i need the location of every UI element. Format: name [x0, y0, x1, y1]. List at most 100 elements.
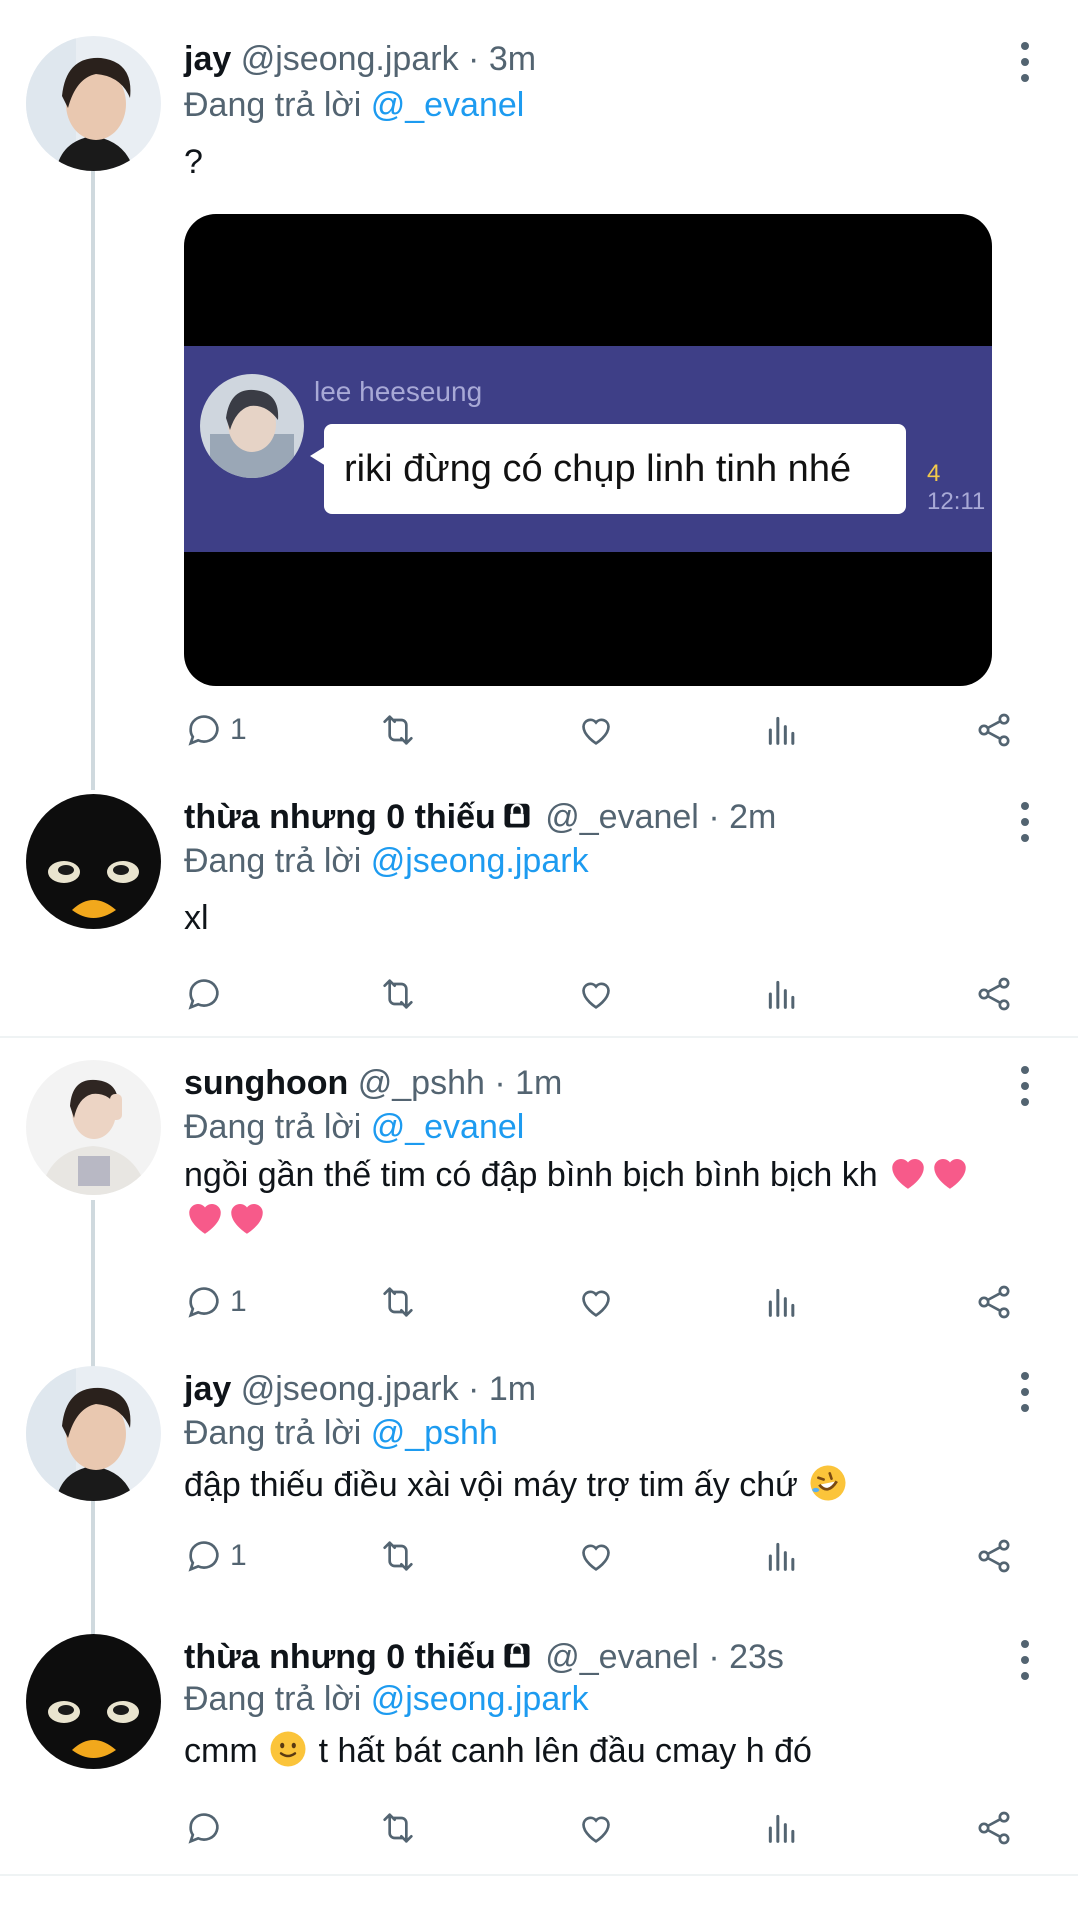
share-icon: [978, 713, 1010, 747]
chat-screenshot: lee heeseung riki đừng có chụp linh tinh…: [184, 346, 992, 552]
timestamp[interactable]: 3m: [489, 40, 536, 78]
reply-mention[interactable]: @_evanel: [371, 86, 525, 124]
avatar[interactable]: [26, 1366, 161, 1501]
reply-icon: [188, 1813, 219, 1844]
tweet[interactable]: jay @jseong.jpark · 1m Đang trả lời @_ps…: [0, 1340, 1078, 1600]
stats-button[interactable]: [762, 1534, 802, 1578]
heart-emoji-icon: [934, 1159, 966, 1189]
tweet-actions: 1: [184, 1280, 1024, 1324]
avatar-photo: [26, 36, 161, 171]
user-handle[interactable]: @_evanel: [545, 798, 699, 836]
retweet-button[interactable]: [378, 708, 418, 752]
separator-dot: ·: [468, 1370, 480, 1408]
like-button[interactable]: [576, 708, 616, 752]
retweet-button[interactable]: [378, 1280, 418, 1324]
tweet[interactable]: thừa nhưng 0 thiếu @_evanel · 2m Đang tr…: [0, 790, 1078, 1036]
reply-icon: [188, 715, 219, 746]
replying-to: Đang trả lời @_evanel: [184, 1106, 524, 1148]
stats-button[interactable]: [762, 1280, 802, 1324]
display-name[interactable]: jay: [184, 40, 231, 78]
retweet-button[interactable]: [378, 1806, 418, 1850]
display-name[interactable]: thừa nhưng 0 thiếu: [184, 798, 496, 836]
share-icon: [978, 1539, 1010, 1573]
tweet-text-part: t hất bát canh lên đầu cmay h đó: [318, 1732, 812, 1770]
like-button[interactable]: [576, 1534, 616, 1578]
more-icon[interactable]: [1010, 42, 1040, 82]
share-button[interactable]: [974, 708, 1014, 752]
replying-to: Đang trả lời @jseong.jpark: [184, 1678, 589, 1720]
separator-dot: ·: [494, 1064, 506, 1102]
like-button[interactable]: [576, 1280, 616, 1324]
reply-button[interactable]: [184, 972, 230, 1016]
reply-button[interactable]: 1: [184, 708, 247, 752]
share-icon: [978, 1285, 1010, 1319]
share-button[interactable]: [974, 1806, 1014, 1850]
user-handle[interactable]: @jseong.jpark: [241, 1370, 459, 1408]
share-button[interactable]: [974, 1534, 1014, 1578]
avatar[interactable]: [26, 1634, 161, 1769]
user-handle[interactable]: @jseong.jpark: [241, 40, 459, 78]
share-button[interactable]: [974, 1280, 1014, 1324]
rofl-emoji-icon: [810, 1465, 846, 1501]
retweet-icon: [383, 1287, 413, 1317]
like-button[interactable]: [576, 1806, 616, 1850]
reply-count: 1: [230, 1285, 247, 1318]
retweet-icon: [383, 1813, 413, 1843]
tweet-header: jay @jseong.jpark · 1m: [184, 1368, 536, 1410]
retweet-icon: [383, 1541, 413, 1571]
separator-dot: ·: [468, 40, 480, 78]
heart-emoji-icon: [231, 1204, 263, 1234]
reply-mention[interactable]: @jseong.jpark: [371, 1680, 589, 1718]
like-icon: [582, 1290, 610, 1317]
chat-sender-name: lee heeseung: [314, 376, 483, 407]
tweet-actions: 1: [184, 708, 1024, 752]
replying-to: Đang trả lời @_pshh: [184, 1412, 498, 1454]
share-button[interactable]: [974, 972, 1014, 1016]
tweet-media[interactable]: lee heeseung riki đừng có chụp linh tinh…: [184, 214, 992, 686]
chat-bubble: riki đừng có chụp linh tinh nhé: [310, 424, 906, 514]
retweet-button[interactable]: [378, 1534, 418, 1578]
more-icon[interactable]: [1010, 802, 1040, 842]
retweet-button[interactable]: [378, 972, 418, 1016]
stats-button[interactable]: [762, 708, 802, 752]
reply-button[interactable]: 1: [184, 1280, 247, 1324]
reply-mention[interactable]: @_pshh: [371, 1414, 498, 1452]
more-icon[interactable]: [1010, 1640, 1040, 1680]
tweet-text: xl: [184, 899, 209, 937]
stats-icon: [768, 716, 795, 745]
like-icon: [582, 1544, 610, 1571]
retweet-icon: [383, 979, 413, 1009]
display-name[interactable]: sunghoon: [184, 1064, 348, 1102]
display-name[interactable]: jay: [184, 1370, 231, 1408]
display-name[interactable]: thừa nhưng 0 thiếu: [184, 1638, 496, 1676]
timestamp[interactable]: 1m: [489, 1370, 536, 1408]
like-button[interactable]: [576, 972, 616, 1016]
reply-mention[interactable]: @jseong.jpark: [371, 842, 589, 880]
more-icon[interactable]: [1010, 1372, 1040, 1412]
reply-button[interactable]: [184, 1806, 230, 1850]
tweet-text-line: ngồi gần thế tim có đập bình bịch bình b…: [184, 1156, 878, 1194]
user-handle[interactable]: @_evanel: [545, 1638, 699, 1676]
stats-button[interactable]: [762, 972, 802, 1016]
share-icon: [978, 977, 1010, 1011]
avatar[interactable]: [26, 794, 161, 929]
separator-dot: ·: [708, 1638, 720, 1676]
user-handle[interactable]: @_pshh: [358, 1064, 485, 1102]
tweet[interactable]: sunghoon @_pshh · 1m Đang trả lời @_evan…: [0, 1040, 1078, 1340]
timestamp[interactable]: 2m: [729, 798, 776, 836]
chat-unread-count: 4: [927, 460, 941, 487]
tweet-actions: [184, 1806, 1024, 1850]
tweet-text-part: cmm: [184, 1732, 258, 1770]
replying-to-label: Đang trả lời: [184, 1680, 362, 1718]
timestamp[interactable]: 23s: [729, 1638, 784, 1676]
replying-to: Đang trả lời @jseong.jpark: [184, 840, 589, 882]
reply-mention[interactable]: @_evanel: [371, 1108, 525, 1146]
reply-button[interactable]: 1: [184, 1534, 247, 1578]
tweet[interactable]: thừa nhưng 0 thiếu @_evanel · 23s Đang t…: [0, 1600, 1078, 1870]
more-icon[interactable]: [1010, 1066, 1040, 1106]
timestamp[interactable]: 1m: [515, 1064, 562, 1102]
tweet[interactable]: jay @jseong.jpark · 3m Đang trả lời @_ev…: [0, 0, 1078, 790]
avatar[interactable]: [26, 1060, 161, 1195]
avatar[interactable]: [26, 36, 161, 171]
stats-button[interactable]: [762, 1806, 802, 1850]
